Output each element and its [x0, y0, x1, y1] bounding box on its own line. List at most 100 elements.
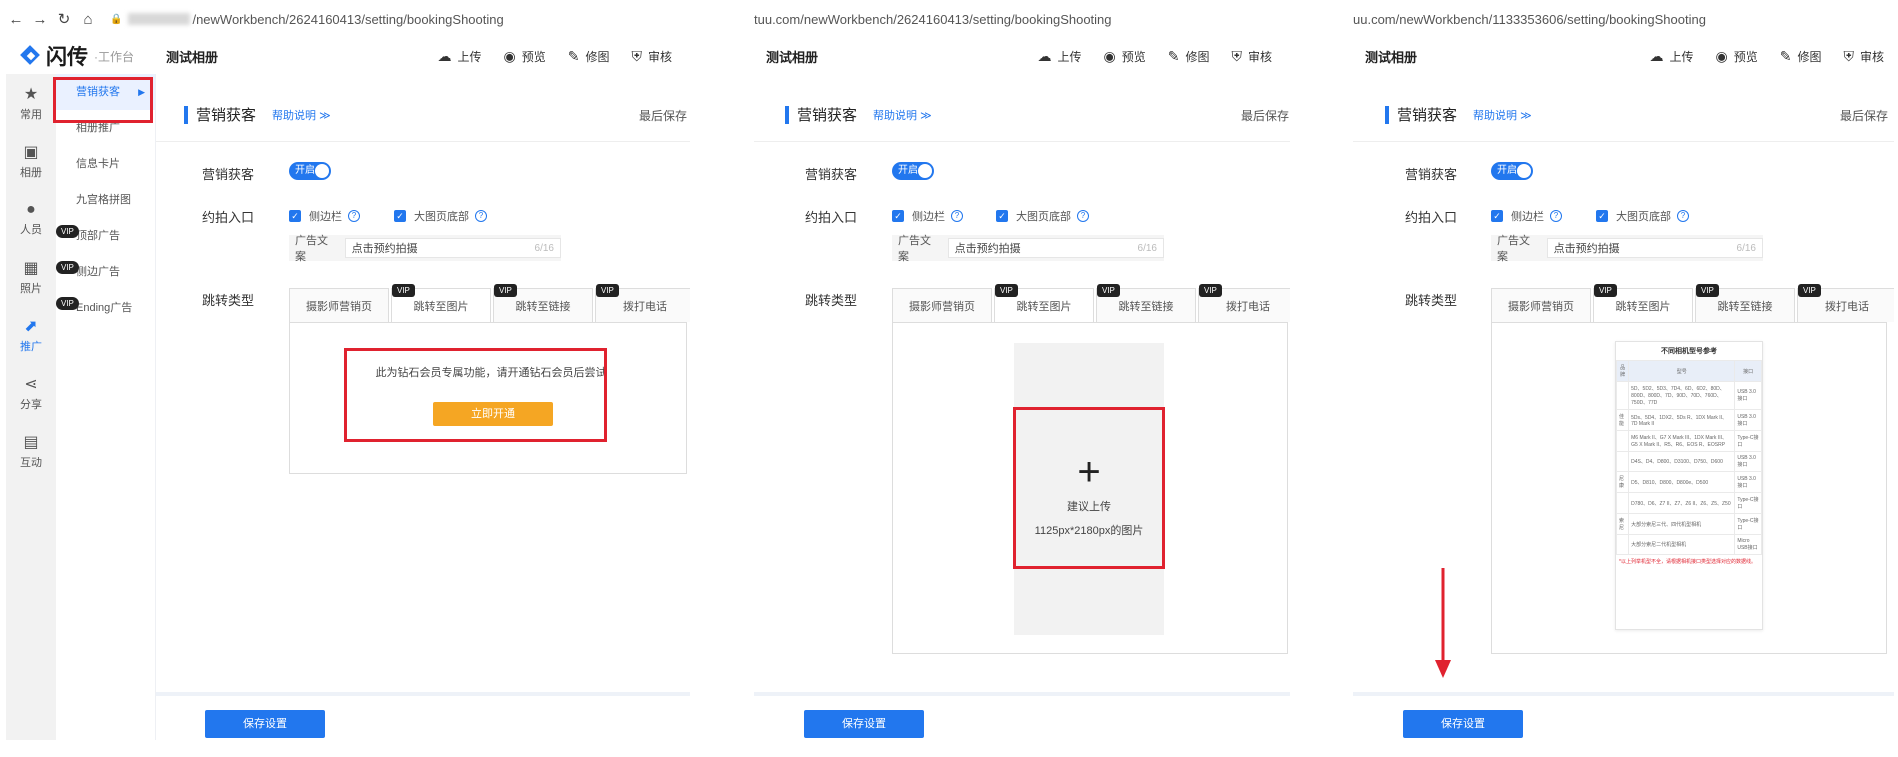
upload-button[interactable]: ☁ 上传 [437, 48, 481, 65]
help-icon[interactable]: ? [1077, 210, 1089, 222]
reload-icon[interactable]: ↻ [54, 10, 74, 28]
table-cell: 大部分索尼二代机型相机 [1628, 534, 1736, 555]
table-cell: 大部分索尼三代、四代机型相机 [1628, 513, 1736, 535]
check-icon: ✓ [1491, 210, 1503, 222]
review-button[interactable]: ⛨ 审核 [631, 48, 672, 65]
sidebar-item-photos[interactable]: ▦ 照片 [6, 248, 56, 306]
sidebar-item-interact[interactable]: ▤ 互动 [6, 422, 56, 480]
sample-note: *以上列举机型不全，请根据相机接口类型选择对应的数据线。 [1619, 559, 1756, 565]
star-icon: ★ [23, 86, 39, 103]
brush-icon: ✎ [567, 47, 580, 64]
blurred-domain [128, 13, 191, 25]
preview-button[interactable]: ◉ 预览 [1104, 48, 1146, 65]
sidebar-item-people[interactable]: ● 人员 [6, 190, 56, 248]
checkbox-sidebar[interactable]: ✓ 侧边栏? [892, 208, 963, 224]
help-icon[interactable]: ? [348, 210, 360, 222]
divider [1353, 141, 1894, 142]
help-link[interactable]: 帮助说明 ≫ [873, 107, 932, 123]
table-cell [1615, 381, 1630, 410]
ad-copy-count: 6/16 [1736, 243, 1756, 254]
retouch-button[interactable]: ✎ 修图 [1780, 48, 1822, 65]
sidebar-label: 互动 [20, 457, 42, 469]
tab-jump-to-image[interactable]: VIP 跳转至图片 [1593, 284, 1693, 322]
highlight-box [53, 77, 153, 123]
brand-logo[interactable]: 闪传 ·工作台 [6, 41, 154, 71]
tab-label: 拨打电话 [1825, 300, 1869, 313]
table-row: 尼康 D5、D810、D800、D800e、D500 USB 3.0接口 [1615, 471, 1762, 493]
toggle-knob [315, 164, 329, 178]
panel-2: tuu.com/newWorkbench/2624160413/setting/… [754, 0, 1290, 740]
preview-label: 预览 [521, 49, 546, 64]
checkbox-bottom[interactable]: ✓ 大图页底部? [1596, 208, 1689, 224]
help-icon[interactable]: ? [1677, 210, 1689, 222]
app-topbar: 闪传 ·工作台 测试相册 ☁ 上传 ◉ 预览 ✎ 修图 ⛨ 审核 [6, 38, 690, 74]
retouch-button[interactable]: ✎ 修图 [568, 48, 610, 65]
submenu-item-info-card[interactable]: 信息卡片 [56, 146, 155, 182]
marketing-toggle[interactable]: 开启 [892, 162, 934, 180]
help-icon[interactable]: ? [1550, 210, 1562, 222]
tab-jump-to-image[interactable]: VIP 跳转至图片 [994, 284, 1094, 322]
sidebar-label: 相册 [20, 167, 42, 179]
review-button[interactable]: ⛨ 审核 [1843, 48, 1884, 65]
preview-button[interactable]: ◉ 预览 [1716, 48, 1758, 65]
sidebar-item-share[interactable]: ⋖ 分享 [6, 364, 56, 422]
tab-call-phone[interactable]: VIP 拨打电话 [595, 284, 690, 322]
table-cell: D5、D810、D800、D800e、D500 [1628, 471, 1736, 493]
sidebar-item-promote[interactable]: ⬈ 推广 [6, 306, 56, 364]
sidebar-item-album[interactable]: ▣ 相册 [6, 132, 56, 190]
upload-button[interactable]: ☁ 上传 [1037, 48, 1081, 65]
url-text[interactable]: tuu.com/newWorkbench/2624160413/setting/… [754, 12, 1112, 27]
top-actions: ☁ 上传 ◉ 预览 ✎ 修图 ⛨ 审核 [1627, 38, 1884, 74]
entry-label: 约拍入口 [202, 210, 255, 225]
section-title: 营销获客 [797, 107, 858, 124]
tab-label: 摄影师营销页 [909, 300, 975, 313]
submenu-item-grid-collage[interactable]: 九宫格拼图 [56, 182, 155, 218]
url-text[interactable]: uu.com/newWorkbench/1133353606/setting/b… [1353, 12, 1706, 27]
checkbox-sidebar[interactable]: ✓ 侧边栏? [289, 208, 360, 224]
tab-call-phone[interactable]: VIP 拨打电话 [1797, 284, 1894, 322]
forward-icon[interactable]: → [30, 11, 50, 28]
marketing-toggle[interactable]: 开启 [289, 162, 331, 180]
tab-label: 跳转至图片 [1615, 300, 1671, 313]
toggle-knob [918, 164, 932, 178]
tab-jump-to-link[interactable]: VIP 跳转至链接 [1695, 284, 1795, 322]
table-row: 大部分索尼二代机型相机 Micro USB接口 [1615, 534, 1762, 555]
help-link[interactable]: 帮助说明 ≫ [1473, 107, 1532, 123]
marketing-toggle[interactable]: 开启 [1491, 162, 1533, 180]
brand-name: 闪传 [46, 46, 88, 69]
browser-urlbar: ← → ↻ ⌂ 🔒 /newWorkbench/2624160413/setti… [6, 0, 690, 38]
tab-jump-to-link[interactable]: VIP 跳转至链接 [493, 284, 593, 322]
tab-call-phone[interactable]: VIP 拨打电话 [1198, 284, 1290, 322]
table-header: 品牌 型号 接口 [1615, 360, 1762, 382]
tab-jump-to-link[interactable]: VIP 跳转至链接 [1096, 284, 1196, 322]
ad-copy-input[interactable]: 点击预约拍摄 6/16 [1546, 238, 1763, 258]
save-settings-button[interactable]: 保存设置 [804, 710, 924, 738]
upload-button[interactable]: ☁ 上传 [1649, 48, 1693, 65]
ad-copy-input[interactable]: 点击预约拍摄 6/16 [344, 238, 561, 258]
last-save-text: 最后保存 [639, 109, 688, 123]
brush-icon: ✎ [1167, 47, 1180, 64]
checkbox-bottom[interactable]: ✓ 大图页底部? [996, 208, 1089, 224]
back-icon[interactable]: ← [6, 11, 26, 28]
preview-button[interactable]: ◉ 预览 [504, 48, 546, 65]
submenu-label: 侧边广告 [76, 266, 120, 278]
url-text[interactable]: /newWorkbench/2624160413/setting/booking… [192, 12, 503, 27]
tab-photographer-page[interactable]: 摄影师营销页 [892, 288, 992, 322]
tab-photographer-page[interactable]: 摄影师营销页 [1491, 288, 1591, 322]
checkbox-bottom[interactable]: ✓ 大图页底部? [394, 208, 487, 224]
home-icon[interactable]: ⌂ [78, 11, 98, 28]
save-settings-button[interactable]: 保存设置 [1403, 710, 1523, 738]
help-icon[interactable]: ? [951, 210, 963, 222]
retouch-button[interactable]: ✎ 修图 [1168, 48, 1210, 65]
tab-photographer-page[interactable]: 摄影师营销页 [289, 288, 389, 322]
review-button[interactable]: ⛨ 审核 [1231, 48, 1272, 65]
save-settings-button[interactable]: 保存设置 [205, 710, 325, 738]
help-icon[interactable]: ? [475, 210, 487, 222]
help-link[interactable]: 帮助说明 ≫ [272, 107, 331, 123]
tab-jump-to-image[interactable]: VIP 跳转至图片 [391, 284, 491, 322]
sidebar-item-common[interactable]: ★ 常用 [6, 74, 56, 132]
ad-copy-input[interactable]: 点击预约拍摄 6/16 [947, 238, 1164, 258]
checkbox-sidebar[interactable]: ✓ 侧边栏? [1491, 208, 1562, 224]
checkbox-label: 侧边栏 [1511, 211, 1544, 223]
uploaded-image-preview[interactable]: 不同相机型号参考 品牌 型号 接口 5D、5D2、5D3、7D4、6D、6D2、… [1615, 341, 1763, 630]
